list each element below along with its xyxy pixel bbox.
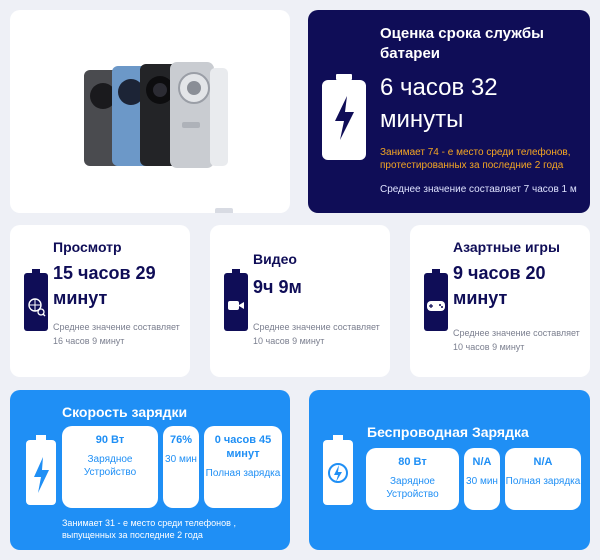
charging-bolt-icon <box>26 435 56 505</box>
charger-power-pill: 90 Вт Зарядное Устройство <box>62 426 158 508</box>
gaming-average: Среднее значение составляет 10 часов 9 м… <box>453 328 580 352</box>
video-camera-icon <box>224 269 248 331</box>
gaming-card: Азартные игры 9 часов 20 минут Среднее з… <box>410 225 590 377</box>
wireless-30min-pill: N/A 30 мин <box>464 448 500 510</box>
video-card: Видео 9ч 9м Среднее значение составляет … <box>210 225 390 377</box>
wireless-charging-title: Беспроводная Зарядка <box>367 424 529 440</box>
battery-life-card: Оценка срока службы батареи 6 часов 32 м… <box>308 10 590 213</box>
charging-speed-card: Скорость зарядки 90 Вт Зарядное Устройст… <box>10 390 290 550</box>
video-average: Среднее значение составляет 10 часов 9 м… <box>253 322 380 346</box>
charge-30min-value: 76% <box>169 434 193 446</box>
charging-rank-text: Занимает 31 - е место среди телефонов , … <box>62 518 236 540</box>
gamepad-icon <box>424 269 448 331</box>
wireless-30min-value: N/A <box>472 456 492 468</box>
battery-average-text: Среднее значение составляет 7 часов 1 м <box>380 184 577 195</box>
video-value: 9ч 9м <box>253 277 302 297</box>
browsing-average: Среднее значение составляет 16 часов 9 м… <box>53 322 180 346</box>
phone-image-card <box>10 10 290 213</box>
browsing-value: 15 часов 29 минут <box>53 263 156 308</box>
wireless-charging-icon <box>323 435 353 505</box>
charge-30min-label: 30 мин <box>165 454 197 465</box>
charger-power-value: 90 Вт <box>95 434 125 446</box>
battery-life-title: Оценка срока службы батареи <box>380 25 544 62</box>
gaming-title: Азартные игры <box>453 239 560 255</box>
battery-bolt-icon <box>322 74 366 160</box>
wireless-full-label: Полная зарядка <box>505 476 581 487</box>
full-charge-pill: 0 часов 45 минут Полная зарядка <box>204 426 282 508</box>
wireless-30min-label: 30 мин <box>466 476 498 487</box>
charger-power-label: Зарядное Устройство <box>83 454 137 478</box>
wireless-power-value: 80 Вт <box>398 456 427 468</box>
wireless-full-value: N/A <box>533 456 553 468</box>
wireless-power-pill: 80 Вт Зарядное Устройство <box>366 448 459 510</box>
image-badge <box>215 208 233 213</box>
wireless-power-label: Зарядное Устройство <box>386 476 439 500</box>
battery-rank-text: Занимает 74 - е место среди телефонов, п… <box>380 147 571 171</box>
full-charge-value: 0 часов 45 минут <box>214 434 272 460</box>
full-charge-label: Полная зарядка <box>205 468 281 479</box>
browsing-card: Просмотр 15 часов 29 минут Среднее значе… <box>10 225 190 377</box>
charging-speed-title: Скорость зарядки <box>62 404 188 420</box>
gaming-value: 9 часов 20 минут <box>453 263 546 308</box>
phone-product-image <box>84 62 228 168</box>
wireless-charging-card: Беспроводная Зарядка 80 Вт Зарядное Устр… <box>309 390 590 550</box>
charge-30min-pill: 76% 30 мин <box>163 426 199 508</box>
wireless-full-pill: N/A Полная зарядка <box>505 448 581 510</box>
battery-life-value: 6 часов 32 минуты <box>380 74 498 133</box>
browsing-title: Просмотр <box>53 239 122 255</box>
globe-search-icon <box>24 269 48 331</box>
video-title: Видео <box>253 251 297 267</box>
